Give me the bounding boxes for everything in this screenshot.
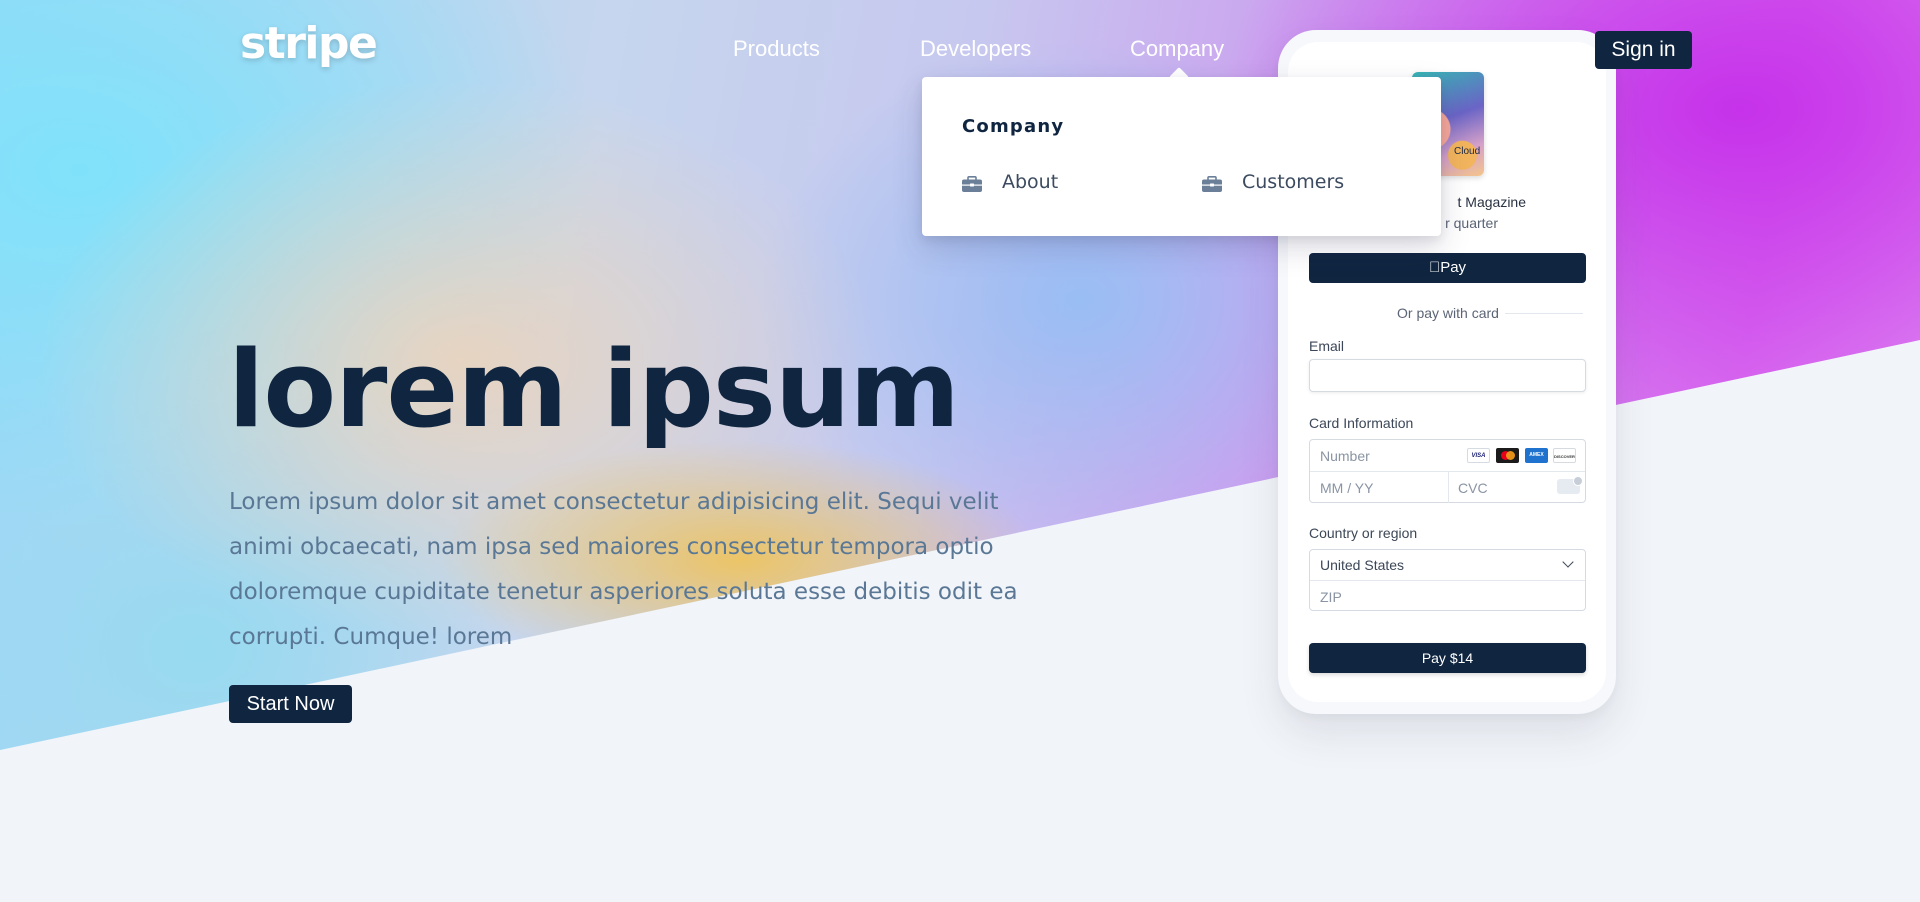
country-divider <box>1310 580 1585 581</box>
mastercard-icon <box>1496 448 1519 463</box>
divider-line <box>1505 313 1583 314</box>
apple-pay-button[interactable]: Pay <box>1309 253 1586 283</box>
card-cvc-field[interactable]: CVC <box>1458 480 1488 496</box>
dropdown-item-label: About <box>1002 171 1059 193</box>
company-dropdown: Company About Customers <box>922 77 1441 236</box>
briefcase-icon <box>1202 176 1222 192</box>
country-select[interactable]: United States <box>1320 557 1404 573</box>
card-information-group: Number VISA AMEX DISCOVER MM / YY CVC <box>1309 439 1586 503</box>
or-pay-with-card-text: Or pay with card <box>1397 305 1499 321</box>
cvc-card-icon <box>1557 476 1583 494</box>
dropdown-item-label: Customers <box>1242 171 1345 193</box>
card-number-field[interactable]: Number <box>1320 448 1370 464</box>
email-label: Email <box>1309 338 1345 354</box>
dropdown-item-about[interactable]: About <box>962 171 1142 197</box>
card-divider <box>1448 471 1449 503</box>
card-expiry-field[interactable]: MM / YY <box>1320 480 1373 496</box>
chevron-down-icon[interactable] <box>1562 556 1574 568</box>
visa-icon: VISA <box>1467 448 1490 463</box>
briefcase-icon <box>962 176 982 192</box>
discover-icon: DISCOVER <box>1553 448 1576 463</box>
nav-products[interactable]: Products <box>733 36 820 62</box>
email-field[interactable] <box>1309 359 1586 392</box>
hero-subtitle: Lorem ipsum dolor sit amet consectetur a… <box>229 489 1018 650</box>
apple-pay-label: Pay <box>1434 259 1466 276</box>
zip-field[interactable]: ZIP <box>1320 589 1342 605</box>
start-now-button[interactable]: Start Now <box>229 685 352 723</box>
nav-company[interactable]: Company <box>1130 36 1224 62</box>
product-image-label: Cloud <box>1454 146 1481 157</box>
dropdown-item-customers[interactable]: Customers <box>1202 171 1382 197</box>
dropdown-title: Company <box>962 116 1065 137</box>
stripe-logo[interactable]: stripe <box>240 18 378 69</box>
apple-icon:  <box>1429 259 1440 276</box>
country-region-group: United States ZIP <box>1309 549 1586 611</box>
pay-button[interactable]: Pay $14 <box>1309 643 1586 673</box>
amex-icon: AMEX <box>1525 448 1548 463</box>
sign-in-button[interactable]: Sign in <box>1595 31 1692 69</box>
hero-title: lorem ipsum <box>228 328 960 451</box>
nav-developers[interactable]: Developers <box>920 36 1031 62</box>
card-information-label: Card Information <box>1309 415 1414 431</box>
country-label: Country or region <box>1309 525 1418 541</box>
